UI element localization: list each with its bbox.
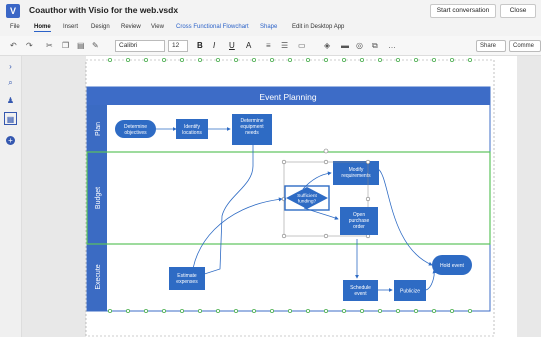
close-button[interactable]: Close bbox=[500, 4, 536, 18]
comments-button[interactable]: Comme bbox=[509, 40, 541, 52]
visio-app-icon: V bbox=[6, 4, 20, 18]
shape-hold-event-label: Hold event bbox=[440, 263, 465, 269]
undo-icon[interactable]: ↶ bbox=[10, 41, 17, 50]
font-color-icon[interactable]: A bbox=[246, 41, 251, 50]
lane-label-budget: Budget bbox=[95, 187, 102, 209]
font-size-dropdown[interactable]: 12 bbox=[168, 40, 188, 52]
ribbon-tabs: File Home Insert Design Review View Cros… bbox=[0, 22, 541, 36]
left-rail: › ⌕ ♟ ▦ + bbox=[0, 56, 22, 337]
copy-icon[interactable]: ❐ bbox=[62, 41, 69, 50]
underline-icon[interactable]: U bbox=[229, 41, 235, 50]
title-bar: V Coauthor with Visio for the web.vsdx S… bbox=[0, 0, 541, 22]
shape-sufficient-funding-label: Sufficient funding? bbox=[297, 193, 317, 205]
tab-file[interactable]: File bbox=[10, 24, 20, 30]
search-icon[interactable]: ⌕ bbox=[4, 76, 17, 89]
bullets-icon[interactable]: ☰ bbox=[281, 41, 288, 50]
italic-icon[interactable]: I bbox=[213, 41, 215, 50]
tab-edit-in-desktop-app[interactable]: Edit in Desktop App bbox=[292, 24, 344, 30]
shape-determine-objectives-label: Determine objectives bbox=[124, 124, 147, 136]
lane-label-execute: Execute bbox=[95, 264, 102, 289]
tab-shape[interactable]: Shape bbox=[260, 24, 277, 30]
bold-icon[interactable]: B bbox=[197, 41, 203, 50]
arrange-icon[interactable]: ⧉ bbox=[372, 41, 378, 51]
ribbon-toolbar: ↶ ↷ ✂ ❐ ▤ ✎ Calibri 12 B I U A ≡ ☰ ▭ ◈ ▬… bbox=[0, 36, 541, 56]
tab-insert[interactable]: Insert bbox=[63, 24, 78, 30]
document-title: Coauthor with Visio for the web.vsdx bbox=[29, 5, 179, 15]
cut-icon[interactable]: ✂ bbox=[46, 41, 53, 50]
tab-view[interactable]: View bbox=[151, 24, 164, 30]
expand-panel-icon[interactable]: › bbox=[4, 60, 17, 73]
flowchart-diagram[interactable]: Event Planning Plan Budget Execute Deter… bbox=[22, 56, 541, 337]
start-conversation-button[interactable]: Start conversation bbox=[430, 4, 496, 18]
effects-icon[interactable]: ◎ bbox=[356, 41, 363, 50]
fill-icon[interactable]: ◈ bbox=[324, 41, 330, 50]
tab-review[interactable]: Review bbox=[121, 24, 141, 30]
paste-icon[interactable]: ▤ bbox=[77, 41, 85, 50]
diagram-title: Event Planning bbox=[259, 92, 316, 102]
redo-icon[interactable]: ↷ bbox=[26, 41, 33, 50]
shape-identify-locations-label: Identify locations bbox=[182, 124, 202, 136]
shape-estimate-expenses-label: Estimate expenses bbox=[176, 273, 198, 285]
shapes-icon[interactable]: ♟ bbox=[4, 94, 17, 107]
share-button[interactable]: Share bbox=[476, 40, 506, 52]
tab-design[interactable]: Design bbox=[91, 24, 110, 30]
tab-home[interactable]: Home bbox=[34, 24, 51, 32]
more-options-icon[interactable]: … bbox=[388, 41, 396, 50]
stencil-icon[interactable]: ▦ bbox=[4, 112, 17, 125]
shape-publicize-label: Publicize bbox=[400, 289, 420, 295]
tab-cross-functional-flowchart[interactable]: Cross Functional Flowchart bbox=[176, 24, 249, 30]
add-icon[interactable]: + bbox=[6, 136, 15, 145]
text-box-icon[interactable]: ▭ bbox=[298, 41, 306, 50]
format-painter-icon[interactable]: ✎ bbox=[92, 41, 99, 50]
font-name-dropdown[interactable]: Calibri bbox=[115, 40, 165, 52]
align-icon[interactable]: ≡ bbox=[266, 41, 271, 50]
line-icon[interactable]: ▬ bbox=[341, 41, 349, 50]
lane-label-plan: Plan bbox=[95, 122, 102, 136]
drawing-canvas[interactable]: Event Planning Plan Budget Execute Deter… bbox=[22, 56, 541, 337]
